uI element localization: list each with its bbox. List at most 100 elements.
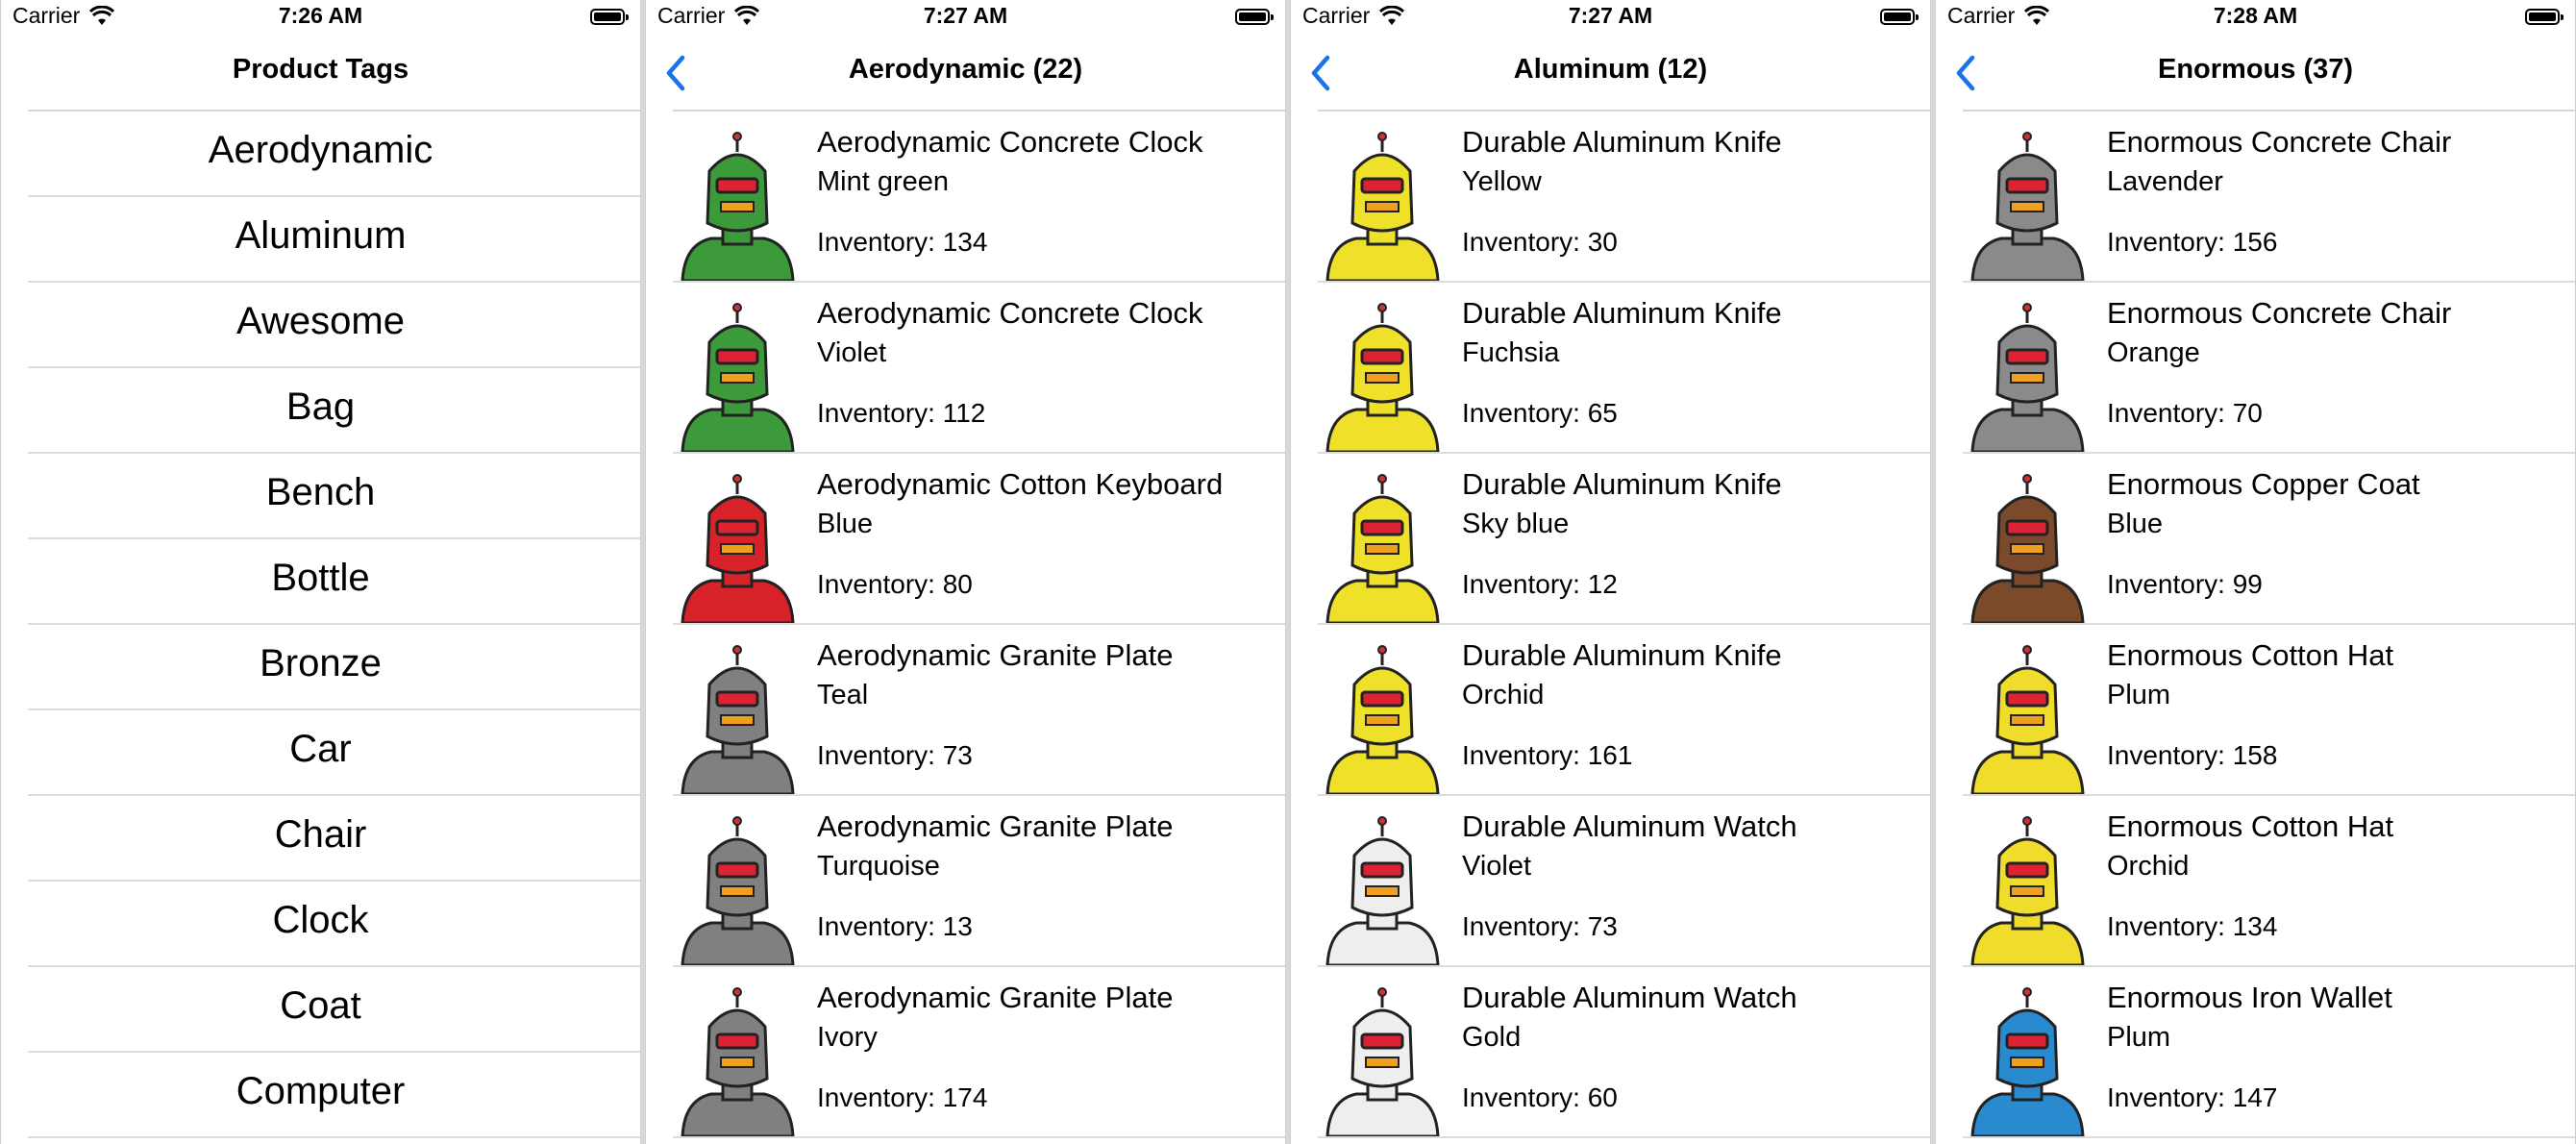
product-row[interactable]: Enormous Copper Coat Blue Inventory: 99 — [1936, 454, 2575, 625]
product-thumbnail — [673, 473, 803, 623]
page-title: Aluminum (12) — [1513, 54, 1708, 85]
status-bar: Carrier 7:27 AM — [646, 0, 1285, 35]
product-color: Orchid — [1462, 680, 1545, 710]
status-time: 7:26 AM — [278, 3, 363, 28]
robot-avatar-icon — [1325, 303, 1440, 452]
robot-avatar-icon — [1325, 987, 1440, 1136]
tag-row-aluminum[interactable]: Aluminum — [1, 197, 640, 283]
product-name: Durable Aluminum Knife — [1462, 467, 1782, 501]
tag-row-bottle[interactable]: Bottle — [1, 539, 640, 625]
product-thumbnail — [1963, 131, 2093, 281]
product-name: Durable Aluminum Knife — [1462, 638, 1782, 672]
product-thumbnail — [1963, 986, 2093, 1136]
robot-avatar-icon — [1970, 816, 2085, 965]
navigation-bar: Aerodynamic (22) — [646, 35, 1285, 110]
product-row[interactable]: Enormous Concrete Chair Orange Inventory: … — [1936, 283, 2575, 454]
page-title: Product Tags — [232, 54, 409, 85]
tag-label: Aluminum — [235, 214, 407, 257]
product-row[interactable]: Durable Aluminum Knife Fuchsia Inventory: … — [1291, 283, 1930, 454]
product-row[interactable]: Aerodynamic Granite Plate Ivory Inventory:… — [646, 967, 1285, 1138]
product-name: Enormous Cotton Hat — [2107, 809, 2394, 843]
tag-row-computer[interactable]: Computer — [1, 1053, 640, 1138]
screen-tag-aerodynamic: Carrier 7:27 AM Aerodynamic (22) Aerodyn… — [645, 0, 1286, 1144]
product-inventory: Inventory: 147 — [2107, 1082, 2278, 1112]
product-inventory: Inventory: 30 — [1462, 227, 1618, 257]
product-inventory: Inventory: 80 — [817, 569, 973, 599]
product-row[interactable]: Aerodynamic Granite Plate Teal Inventory: … — [646, 625, 1285, 796]
product-inventory: Inventory: 65 — [1462, 398, 1618, 428]
product-row[interactable]: Enormous Cotton Hat Plum Inventory: 158 — [1936, 625, 2575, 796]
product-name: Enormous Concrete Chair — [2107, 125, 2452, 159]
product-name: Enormous Cotton Hat — [2107, 638, 2394, 672]
battery-icon — [1880, 9, 1919, 25]
product-inventory: Inventory: 174 — [817, 1082, 988, 1112]
status-bar: Carrier 7:28 AM — [1936, 0, 2575, 35]
robot-avatar-icon — [1325, 474, 1440, 623]
status-bar: Carrier 7:27 AM — [1291, 0, 1930, 35]
screen-tag-enormous: Carrier 7:28 AM Enormous (37) Enormous C… — [1935, 0, 2576, 1144]
product-inventory: Inventory: 73 — [1462, 911, 1618, 941]
product-row[interactable]: Aerodynamic Concrete Clock Violet Inventor… — [646, 283, 1285, 454]
robot-avatar-icon — [1970, 645, 2085, 794]
product-row[interactable]: Aerodynamic Granite Plate Turquoise Invent… — [646, 796, 1285, 967]
product-inventory: Inventory: 134 — [2107, 911, 2278, 941]
tag-row-chair[interactable]: Chair — [1, 796, 640, 882]
product-row[interactable]: Enormous Concrete Chair Lavender Inventory… — [1936, 112, 2575, 283]
robot-avatar-icon — [1325, 816, 1440, 965]
product-row[interactable]: Aerodynamic Cotton Keyboard Blue Inventory… — [646, 454, 1285, 625]
product-inventory: Inventory: 13 — [817, 911, 973, 941]
status-time: 7:27 AM — [1568, 3, 1653, 28]
product-thumbnail — [1318, 131, 1448, 281]
tag-row-bronze[interactable]: Bronze — [1, 625, 640, 710]
tag-row-aerodynamic[interactable]: Aerodynamic — [1, 112, 640, 197]
product-row[interactable]: Durable Aluminum Knife Yellow Inventory: 3… — [1291, 112, 1930, 283]
product-list: Durable Aluminum Knife Yellow Inventory: 3… — [1291, 112, 1930, 1138]
tag-label: Bronze — [260, 642, 382, 684]
tag-label: Chair — [274, 813, 367, 856]
product-row[interactable]: Durable Aluminum Knife Sky blue Inventory:… — [1291, 454, 1930, 625]
tag-row-bag[interactable]: Bag — [1, 368, 640, 454]
battery-icon — [1235, 9, 1274, 25]
product-name: Enormous Concrete Chair — [2107, 296, 2452, 330]
product-thumbnail — [673, 815, 803, 965]
tag-row-bench[interactable]: Bench — [1, 454, 640, 539]
product-row[interactable]: Durable Aluminum Knife Orchid Inventory: 1… — [1291, 625, 1930, 796]
product-name: Aerodynamic Granite Plate — [817, 981, 1174, 1014]
product-color: Lavender — [2107, 166, 2223, 197]
product-name: Durable Aluminum Watch — [1462, 981, 1797, 1014]
product-thumbnail — [673, 131, 803, 281]
product-color: Plum — [2107, 680, 2171, 710]
robot-avatar-icon — [681, 474, 795, 623]
product-thumbnail — [1318, 644, 1448, 794]
product-color: Mint green — [817, 166, 950, 197]
product-row[interactable]: Aerodynamic Concrete Clock Mint green Inve… — [646, 112, 1285, 283]
tag-label: Clock — [272, 899, 369, 941]
product-thumbnail — [1963, 815, 2093, 965]
tag-label: Bag — [285, 385, 356, 428]
robot-avatar-icon — [681, 987, 795, 1136]
product-name: Aerodynamic Concrete Clock — [817, 296, 1203, 330]
tag-row-car[interactable]: Car — [1, 710, 640, 796]
product-list: Enormous Concrete Chair Lavender Inventory… — [1936, 112, 2575, 1138]
product-color: Plum — [2107, 1022, 2171, 1053]
robot-avatar-icon — [1325, 132, 1440, 281]
tag-row-clock[interactable]: Clock — [1, 882, 640, 967]
product-color: Violet — [817, 337, 887, 368]
battery-icon — [590, 9, 629, 25]
tag-row-awesome[interactable]: Awesome — [1, 283, 640, 368]
product-row[interactable]: Enormous Cotton Hat Orchid Inventory: 134 — [1936, 796, 2575, 967]
product-color: Violet — [1462, 851, 1532, 882]
tag-label: Aerodynamic — [208, 129, 433, 171]
navigation-bar: Product Tags — [1, 35, 640, 110]
tag-label: Bottle — [271, 557, 370, 599]
product-name: Enormous Copper Coat — [2107, 467, 2420, 501]
product-inventory: Inventory: 60 — [1462, 1082, 1618, 1112]
battery-icon — [2525, 9, 2564, 25]
tag-row-coat[interactable]: Coat — [1, 967, 640, 1053]
screen-tag-aluminum: Carrier 7:27 AM Aluminum (12) Durable Al… — [1290, 0, 1931, 1144]
product-thumbnail — [673, 644, 803, 794]
product-row[interactable]: Durable Aluminum Watch Violet Inventory: 7… — [1291, 796, 1930, 967]
product-row[interactable]: Durable Aluminum Watch Gold Inventory: 60 — [1291, 967, 1930, 1138]
product-row[interactable]: Enormous Iron Wallet Plum Inventory: 147 — [1936, 967, 2575, 1138]
product-color: Orchid — [2107, 851, 2190, 882]
